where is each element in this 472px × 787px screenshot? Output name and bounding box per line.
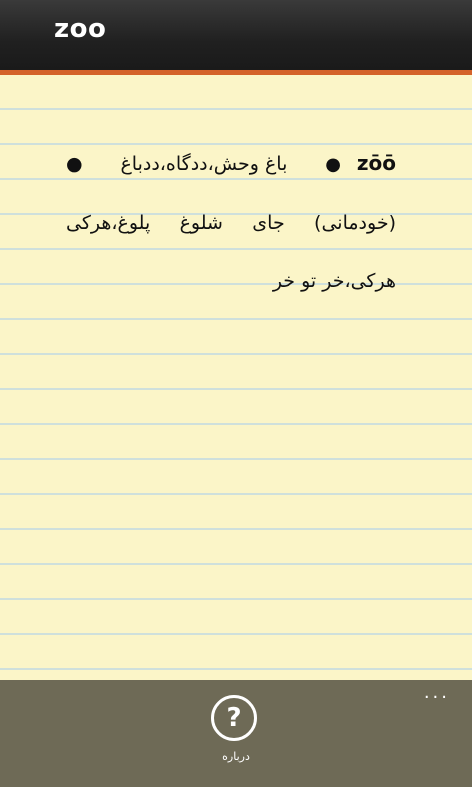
question-circle-icon: ? <box>226 703 242 733</box>
more-options-icon[interactable]: ... <box>424 684 450 702</box>
title-bar: zoo <box>0 0 472 70</box>
bullet-icon: ● <box>309 154 357 175</box>
about-button[interactable]: ? <box>211 695 257 741</box>
dictionary-entry: zōō● باغ وحش،ددگاه،ددباغ ● (خودمانی) جای… <box>66 134 396 310</box>
about-button-label: درباره <box>222 750 250 763</box>
application-bar: ... ? درباره <box>0 680 472 787</box>
page-title: zoo <box>54 14 107 44</box>
entry-headword: zōō <box>356 151 396 175</box>
